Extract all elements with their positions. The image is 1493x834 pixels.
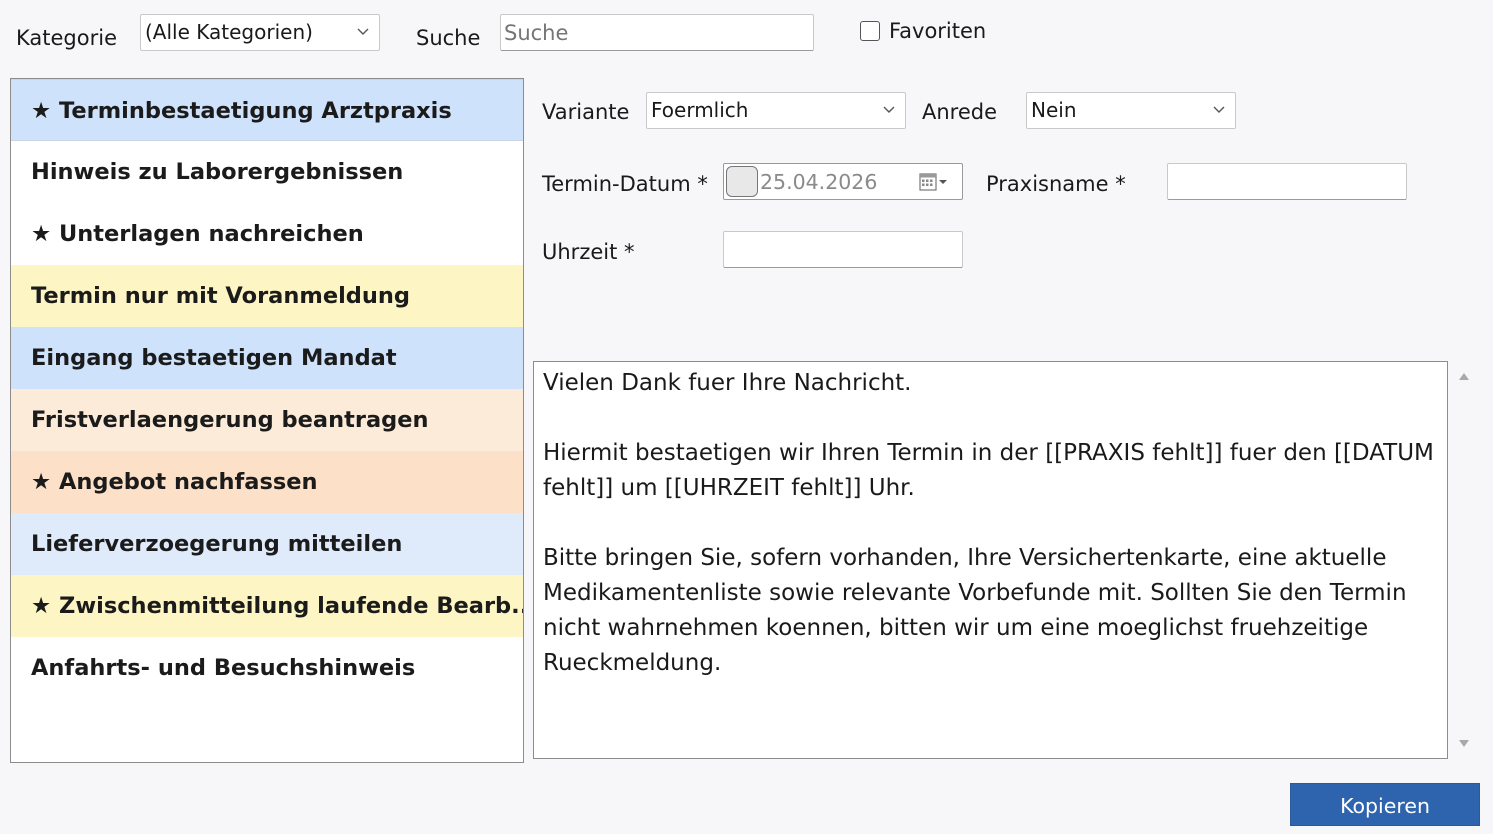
- practice-label: Praxisname *: [986, 172, 1126, 196]
- time-input[interactable]: [723, 231, 963, 268]
- practice-input[interactable]: [1167, 163, 1407, 200]
- template-list-item[interactable]: Hinweis zu Laborergebnissen: [11, 141, 523, 203]
- scroll-up-arrow-icon[interactable]: [1458, 371, 1470, 381]
- salutation-label: Anrede: [922, 100, 998, 124]
- template-list-item[interactable]: ★ Terminbestaetigung Arztpraxis: [11, 79, 523, 141]
- message-scrollbar[interactable]: [1449, 361, 1479, 759]
- template-list-item[interactable]: Anfahrts- und Besuchshinweis: [11, 637, 523, 699]
- variant-dropdown-value: Foermlich: [651, 98, 749, 122]
- chevron-down-icon: [1213, 106, 1225, 113]
- favorites-label: Favoriten: [889, 19, 987, 43]
- template-list-item[interactable]: Termin nur mit Voranmeldung: [11, 265, 523, 327]
- chevron-down-icon: [357, 28, 369, 35]
- salutation-dropdown[interactable]: Nein: [1026, 92, 1236, 129]
- template-list-item[interactable]: Lieferverzoegerung mitteilen: [11, 513, 523, 575]
- time-label: Uhrzeit *: [542, 240, 635, 264]
- variant-dropdown[interactable]: Foermlich: [646, 92, 906, 129]
- category-dropdown[interactable]: (Alle Kategorien): [140, 14, 380, 51]
- date-enable-checkbox[interactable]: [726, 166, 758, 197]
- template-list-item[interactable]: ★ Zwischenmitteilung laufende Bearb...: [11, 575, 523, 637]
- message-textarea[interactable]: Vielen Dank fuer Ihre Nachricht. Hiermit…: [533, 361, 1448, 759]
- template-list-item[interactable]: Eingang bestaetigen Mandat: [11, 327, 523, 389]
- category-label: Kategorie: [16, 26, 117, 50]
- copy-button[interactable]: Kopieren: [1290, 783, 1480, 826]
- salutation-dropdown-value: Nein: [1031, 98, 1077, 122]
- template-list-item[interactable]: ★ Angebot nachfassen: [11, 451, 523, 513]
- variant-label: Variante: [542, 100, 630, 124]
- date-picker[interactable]: 25.04.2026: [723, 163, 963, 200]
- search-label: Suche: [416, 26, 481, 50]
- calendar-icon[interactable]: [919, 173, 953, 191]
- date-value: 25.04.2026: [760, 170, 878, 194]
- search-input[interactable]: [500, 14, 814, 51]
- date-label: Termin-Datum *: [542, 172, 708, 196]
- chevron-down-icon: [883, 106, 895, 113]
- scroll-down-arrow-icon[interactable]: [1458, 739, 1470, 749]
- favorites-checkbox[interactable]: [860, 21, 880, 41]
- category-dropdown-value: (Alle Kategorien): [145, 20, 313, 44]
- template-list[interactable]: ★ Terminbestaetigung Arztpraxis Hinweis z…: [10, 78, 524, 763]
- template-list-item[interactable]: Fristverlaengerung beantragen: [11, 389, 523, 451]
- template-list-item[interactable]: ★ Unterlagen nachreichen: [11, 203, 523, 265]
